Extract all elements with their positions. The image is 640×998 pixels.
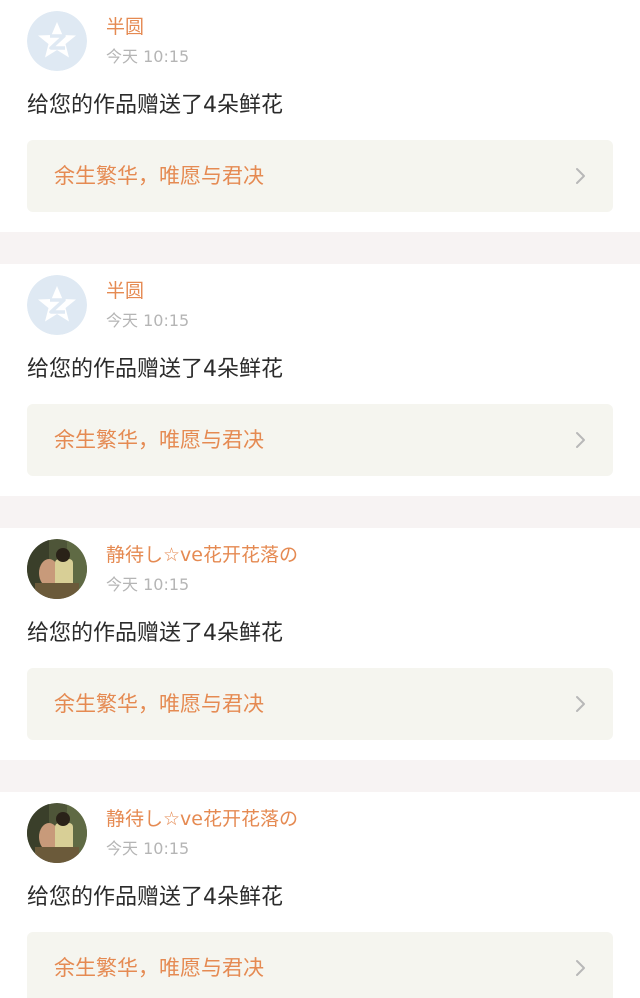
username[interactable]: 静待し☆ve花开花落の [106, 806, 298, 832]
username[interactable]: 半圆 [106, 278, 144, 304]
notification-card: 半圆 今天 10:15 给您的作品赠送了4朵鲜花 余生繁华，唯愿与君决 [0, 0, 640, 232]
avatar[interactable] [27, 11, 87, 71]
photo-avatar-image [27, 539, 87, 599]
notification-message: 给您的作品赠送了4朵鲜花 [27, 357, 283, 382]
username[interactable]: 静待し☆ve花开花落の [106, 542, 298, 568]
work-title: 余生繁华，唯愿与君决 [54, 692, 264, 716]
work-link-button[interactable]: 余生繁华，唯愿与君决 [27, 140, 613, 212]
work-link-button[interactable]: 余生繁华，唯愿与君决 [27, 668, 613, 740]
qzone-star-icon [27, 11, 87, 71]
notification-card: 半圆 今天 10:15 给您的作品赠送了4朵鲜花 余生繁华，唯愿与君决 [0, 264, 640, 496]
notification-message: 给您的作品赠送了4朵鲜花 [27, 621, 283, 646]
avatar[interactable] [27, 275, 87, 335]
timestamp: 今天 10:15 [106, 839, 190, 858]
notification-card: 静待し☆ve花开花落の 今天 10:15 给您的作品赠送了4朵鲜花 余生繁华，唯… [0, 792, 640, 998]
chevron-right-icon [571, 695, 589, 713]
notification-card: 静待し☆ve花开花落の 今天 10:15 给您的作品赠送了4朵鲜花 余生繁华，唯… [0, 528, 640, 760]
chevron-right-icon [571, 959, 589, 977]
timestamp: 今天 10:15 [106, 575, 190, 594]
chevron-right-icon [571, 431, 589, 449]
work-title: 余生繁华，唯愿与君决 [54, 428, 264, 452]
chevron-right-icon [571, 167, 589, 185]
timestamp: 今天 10:15 [106, 311, 190, 330]
notification-feed: 半圆 今天 10:15 给您的作品赠送了4朵鲜花 余生繁华，唯愿与君决 半圆 今… [0, 0, 640, 998]
avatar[interactable] [27, 539, 87, 599]
work-link-button[interactable]: 余生繁华，唯愿与君决 [27, 932, 613, 998]
qzone-star-icon [27, 275, 87, 335]
avatar[interactable] [27, 803, 87, 863]
work-title: 余生繁华，唯愿与君决 [54, 956, 264, 980]
notification-message: 给您的作品赠送了4朵鲜花 [27, 885, 283, 910]
work-title: 余生繁华，唯愿与君决 [54, 164, 264, 188]
photo-avatar-image [27, 803, 87, 863]
notification-message: 给您的作品赠送了4朵鲜花 [27, 93, 283, 118]
username[interactable]: 半圆 [106, 14, 144, 40]
timestamp: 今天 10:15 [106, 47, 190, 66]
work-link-button[interactable]: 余生繁华，唯愿与君决 [27, 404, 613, 476]
